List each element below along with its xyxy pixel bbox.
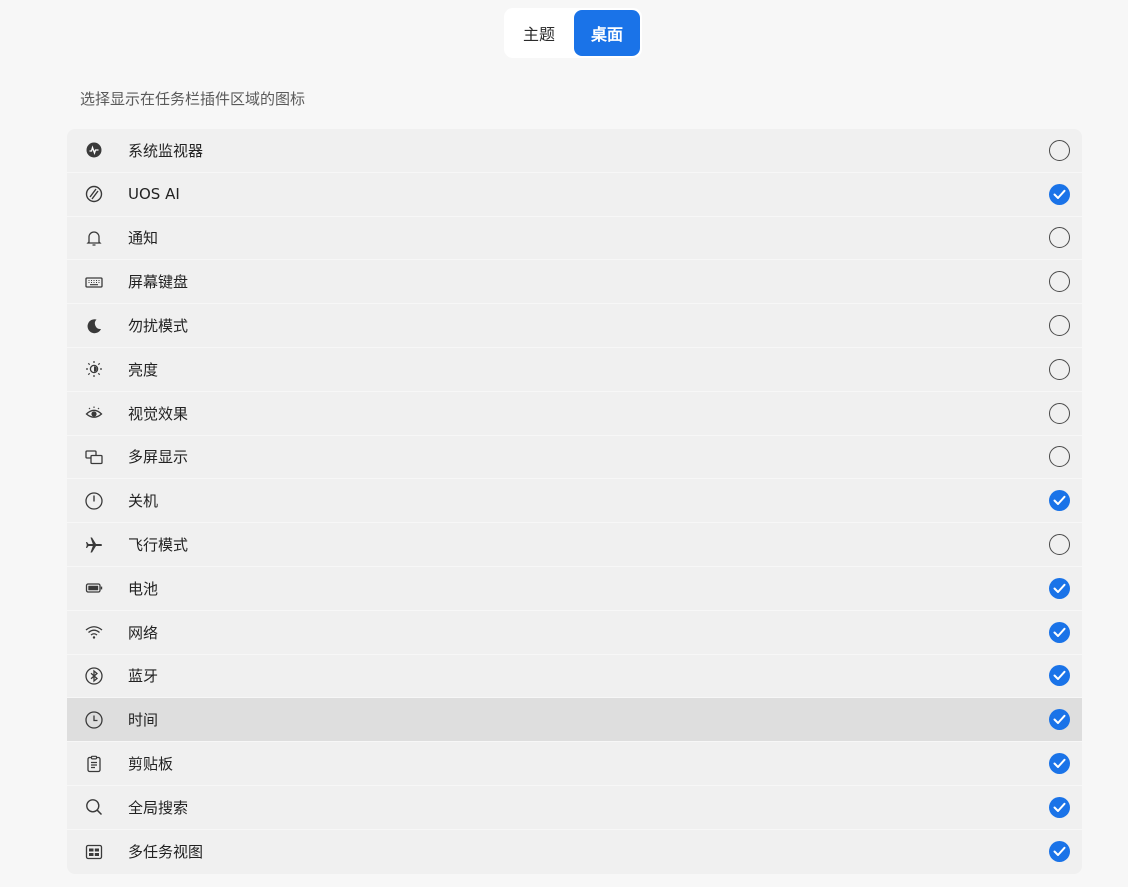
power-icon	[84, 491, 104, 511]
tab-switcher: 主题 桌面	[504, 8, 642, 58]
multi-screen-icon	[84, 447, 104, 467]
clock-icon	[84, 710, 104, 730]
list-item[interactable]: 飞行模式	[67, 523, 1082, 567]
list-item-label: 全局搜索	[128, 798, 189, 817]
list-item[interactable]: 视觉效果	[67, 392, 1082, 436]
checked-checkbox[interactable]	[1049, 665, 1070, 687]
list-item[interactable]: 蓝牙	[67, 655, 1082, 699]
list-item-label: 通知	[128, 229, 159, 248]
list-item-label: 时间	[128, 711, 159, 730]
tab-desktop[interactable]: 桌面	[574, 10, 640, 56]
checked-checkbox[interactable]	[1049, 709, 1070, 731]
list-item[interactable]: 剪贴板	[67, 742, 1082, 786]
checked-checkbox[interactable]	[1049, 621, 1070, 643]
bell-icon	[84, 228, 104, 248]
list-item[interactable]: 多屏显示	[67, 436, 1082, 480]
list-item-label: 多任务视图	[128, 843, 204, 862]
list-item[interactable]: 电池	[67, 567, 1082, 611]
list-item-label: 剪贴板	[128, 755, 174, 774]
list-item[interactable]: 亮度	[67, 348, 1082, 392]
list-item-label: 系统监视器	[128, 141, 204, 160]
checked-checkbox[interactable]	[1049, 796, 1070, 818]
unchecked-checkbox[interactable]	[1049, 402, 1070, 424]
unchecked-checkbox[interactable]	[1049, 358, 1070, 380]
uos-ai-icon	[84, 184, 104, 204]
keyboard-icon	[84, 272, 104, 292]
list-item[interactable]: 屏幕键盘	[67, 260, 1082, 305]
list-item-label: 屏幕键盘	[128, 273, 189, 292]
tab-theme[interactable]: 主题	[504, 10, 574, 56]
list-item[interactable]: UOS AI	[67, 173, 1082, 217]
list-item[interactable]: 全局搜索	[67, 786, 1082, 830]
list-item-label: 飞行模式	[128, 536, 189, 555]
system-monitor-icon	[84, 140, 104, 160]
unchecked-checkbox[interactable]	[1049, 534, 1070, 556]
clipboard-icon	[84, 754, 104, 774]
list-item[interactable]: 勿扰模式	[67, 304, 1082, 348]
brightness-icon	[84, 359, 104, 379]
bluetooth-icon	[84, 666, 104, 686]
list-item[interactable]: 多任务视图	[67, 830, 1082, 874]
checked-checkbox[interactable]	[1049, 753, 1070, 775]
unchecked-checkbox[interactable]	[1049, 315, 1070, 337]
multitask-view-icon	[84, 842, 104, 862]
list-item-label: 蓝牙	[128, 667, 159, 686]
unchecked-checkbox[interactable]	[1049, 271, 1070, 293]
moon-icon	[84, 316, 104, 336]
list-item-label: 勿扰模式	[128, 317, 189, 336]
list-item-label: 多屏显示	[128, 448, 189, 467]
list-item[interactable]: 网络	[67, 611, 1082, 655]
list-item-label: 亮度	[128, 360, 159, 379]
battery-icon	[84, 578, 104, 598]
unchecked-checkbox[interactable]	[1049, 227, 1070, 249]
list-item-label: 电池	[128, 579, 159, 598]
plugin-icon-list: 系统监视器 UOS AI 通知屏幕键盘勿扰模式亮度视觉效果多屏显示关机飞行模式电池网…	[67, 129, 1082, 874]
wifi-icon	[84, 622, 104, 642]
unchecked-checkbox[interactable]	[1049, 446, 1070, 468]
unchecked-checkbox[interactable]	[1049, 139, 1070, 161]
checked-checkbox[interactable]	[1049, 490, 1070, 512]
list-item-label: UOS AI	[128, 185, 180, 204]
list-item-label: 关机	[128, 492, 159, 511]
list-item[interactable]: 时间	[67, 698, 1082, 743]
eye-icon	[84, 403, 104, 423]
search-icon	[84, 797, 104, 817]
airplane-icon	[84, 535, 104, 555]
list-item[interactable]: 系统监视器	[67, 129, 1082, 173]
checked-checkbox[interactable]	[1049, 183, 1070, 205]
checked-checkbox[interactable]	[1049, 577, 1070, 599]
list-item-label: 网络	[128, 623, 159, 642]
section-description: 选择显示在任务栏插件区域的图标	[80, 90, 306, 108]
list-item-label: 视觉效果	[128, 404, 189, 423]
list-item[interactable]: 关机	[67, 479, 1082, 524]
checked-checkbox[interactable]	[1049, 841, 1070, 863]
list-item[interactable]: 通知	[67, 217, 1082, 261]
